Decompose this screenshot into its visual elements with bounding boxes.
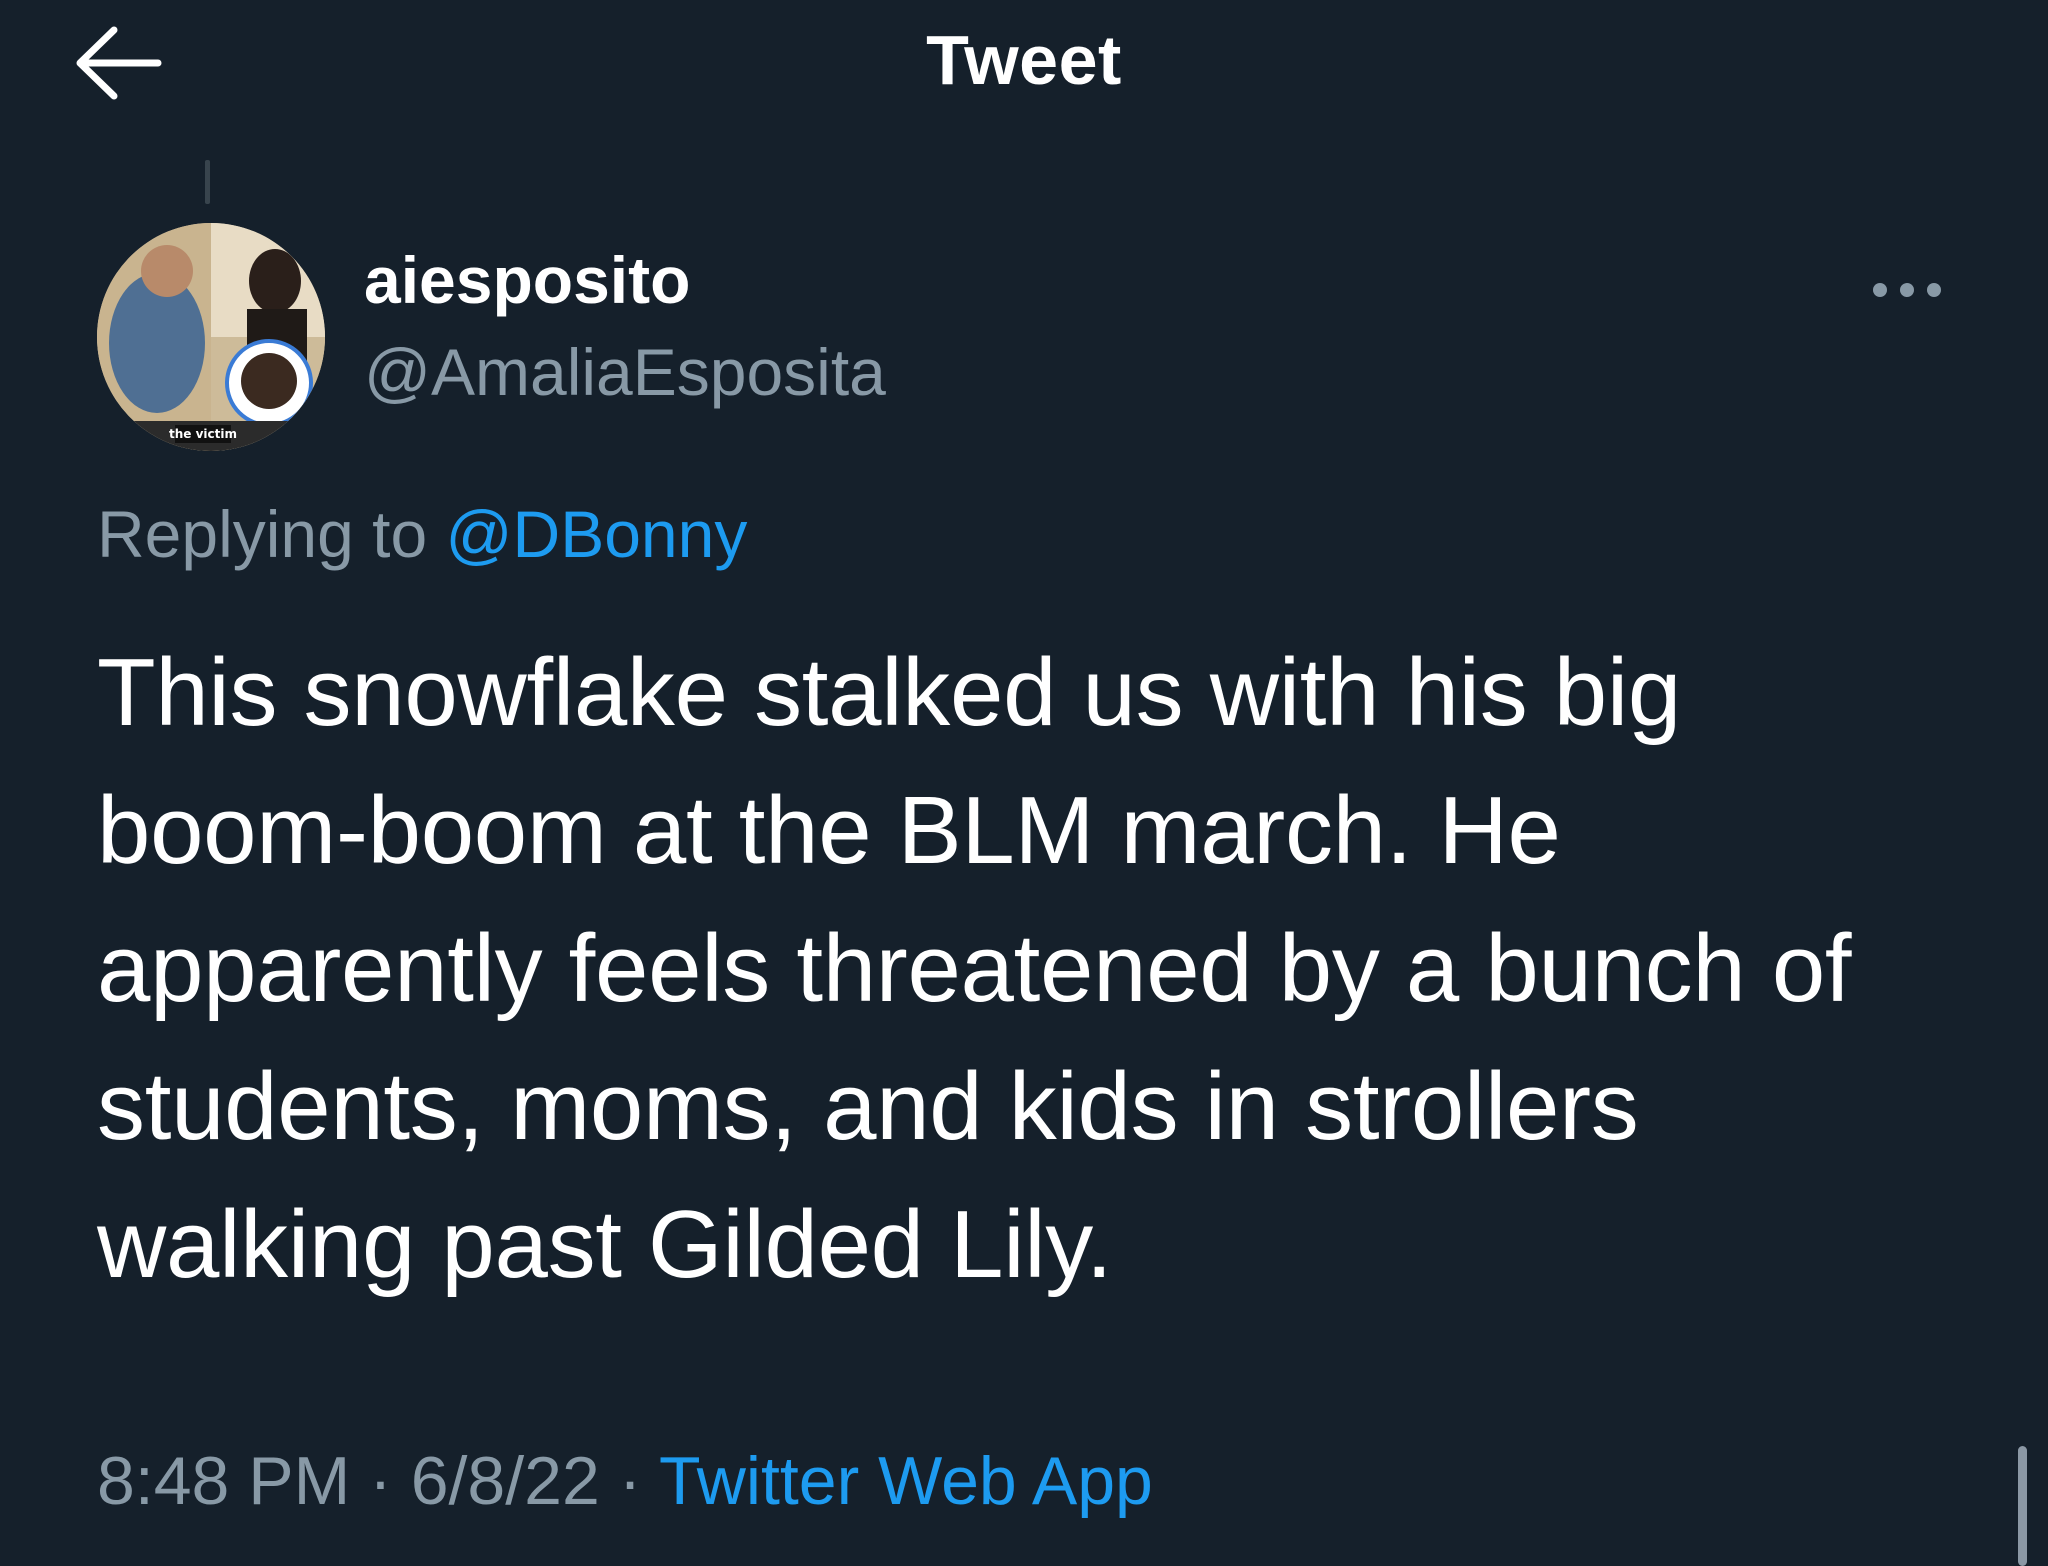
tweet-meta: 8:48 PM · 6/8/22 · Twitter Web App bbox=[97, 1435, 1153, 1527]
more-options-button[interactable] bbox=[1868, 262, 1946, 318]
tweet-date[interactable]: 6/8/22 bbox=[411, 1443, 600, 1519]
avatar-image: the victim bbox=[97, 223, 325, 451]
replying-to-handle-link[interactable]: @DBonny bbox=[446, 497, 748, 571]
tweet-text: This snowflake stalked us with his big b… bbox=[97, 639, 1852, 1298]
author-info: aiesposito @AmaliaEsposita bbox=[364, 240, 886, 412]
avatar-caption: the victim bbox=[169, 427, 237, 441]
tweet-time[interactable]: 8:48 PM bbox=[97, 1443, 350, 1519]
meta-separator: · bbox=[369, 1443, 392, 1519]
top-bar: Tweet bbox=[0, 0, 2048, 130]
replying-to-label: Replying to bbox=[97, 497, 428, 571]
scrollbar-thumb[interactable] bbox=[2018, 1446, 2027, 1566]
tweet-source-link[interactable]: Twitter Web App bbox=[659, 1443, 1153, 1519]
replying-to-line: Replying to @DBonny bbox=[97, 493, 747, 575]
thread-connector-line bbox=[205, 160, 210, 204]
meta-separator: · bbox=[618, 1443, 642, 1519]
more-horizontal-icon bbox=[1873, 283, 1941, 297]
author-display-name[interactable]: aiesposito bbox=[364, 240, 886, 320]
page-title: Tweet bbox=[926, 21, 1122, 99]
author-handle[interactable]: @AmaliaEsposita bbox=[364, 332, 886, 412]
avatar[interactable]: the victim bbox=[97, 223, 325, 451]
